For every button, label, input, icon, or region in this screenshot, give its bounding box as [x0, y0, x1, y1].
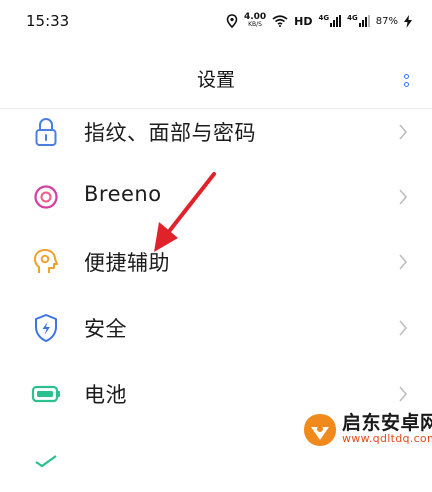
watermark-logo	[304, 414, 336, 446]
watermark-title: 启东安卓网	[342, 412, 432, 434]
page-title: 设置	[196, 69, 235, 91]
signal-icon	[358, 15, 370, 27]
head-gear-icon	[34, 249, 58, 273]
sim2-signal: 4G	[347, 15, 370, 27]
location-icon	[226, 14, 238, 28]
settings-item-breeno[interactable]: Breeno	[0, 165, 432, 229]
settings-item-label: 便捷辅助	[84, 251, 170, 275]
chevron-right-icon	[399, 386, 408, 402]
charging-icon	[404, 14, 412, 28]
sim1-signal: 4G	[319, 15, 342, 27]
network-speed: 4.00 KB/S	[244, 13, 266, 29]
hd-badge: HD	[294, 14, 313, 28]
status-time: 15:33	[26, 12, 70, 30]
settings-item-security[interactable]: 安全	[0, 296, 432, 360]
settings-item-label: 安全	[84, 317, 127, 341]
network-speed-value: 4.00	[243, 12, 267, 22]
lock-icon	[35, 118, 57, 146]
sim1-label: 4G	[318, 14, 330, 22]
chevron-right-icon	[399, 254, 408, 270]
battery-icon	[31, 385, 60, 403]
chevron-right-icon	[399, 189, 408, 205]
app-usage-icon	[35, 455, 57, 468]
signal-icon	[330, 15, 342, 27]
chevron-right-icon	[399, 320, 408, 336]
settings-item-label: Breeno	[84, 182, 162, 206]
sim2-label: 4G	[347, 14, 358, 22]
watermark-url: www.qdltdq.com	[342, 432, 432, 445]
settings-item-accessibility[interactable]: 便捷辅助	[0, 230, 432, 294]
settings-item-label: 指纹、面部与密码	[84, 121, 256, 145]
battery-percent: 87%	[375, 15, 398, 27]
more-options-button[interactable]	[396, 66, 416, 94]
watermark: 启东安卓网 www.qdltdq.com	[300, 406, 432, 453]
shield-icon	[35, 314, 57, 342]
more-vertical-icon	[403, 73, 409, 79]
settings-item-label: 电池	[84, 383, 127, 407]
wifi-icon	[272, 15, 288, 27]
breeno-icon	[34, 185, 58, 209]
network-speed-unit: KB/S	[248, 21, 262, 28]
page-header: 设置	[0, 52, 432, 104]
status-icons: 4.00 KB/S HD 4G 4G 87%	[226, 11, 412, 31]
settings-item-fingerprint-face-password[interactable]: 指纹、面部与密码	[0, 100, 432, 164]
status-bar: 15:33 4.00 KB/S HD 4G 4G 87%	[0, 0, 432, 44]
chevron-right-icon	[399, 124, 408, 140]
more-vertical-icon	[403, 81, 409, 87]
